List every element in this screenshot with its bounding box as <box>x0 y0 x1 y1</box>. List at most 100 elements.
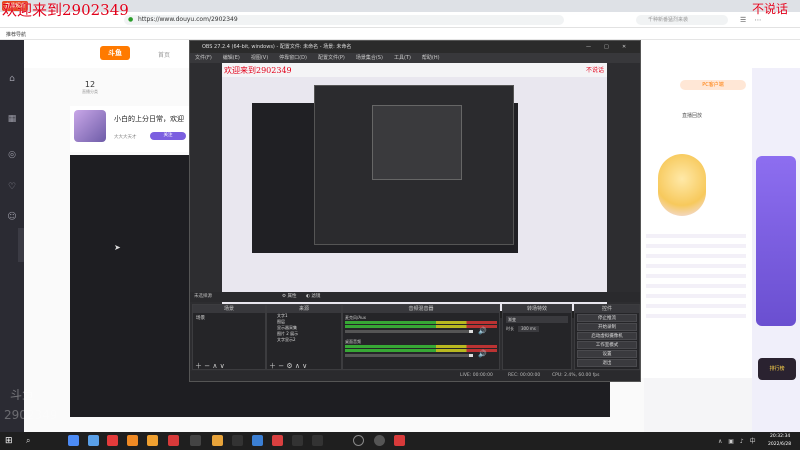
rank-badge[interactable]: 排行榜 <box>758 358 796 380</box>
controls-dock: 控件 停止推流 开始录制 启动虚拟摄像机 工作室模式 设置 退出 <box>574 304 640 370</box>
douyu-logo[interactable]: 斗鱼 <box>100 46 130 60</box>
nav-home-link[interactable]: 首页 <box>158 50 170 59</box>
preview-inner-window <box>372 105 462 180</box>
watermark-id: 2902349 <box>4 408 58 422</box>
browser-search-input[interactable]: 千种新番猛烈来袭 <box>636 15 728 25</box>
scene-item[interactable]: 场景 <box>193 313 265 323</box>
filters-button[interactable]: ◐ 滤镜 <box>306 292 320 302</box>
start-recording-button[interactable]: 开始录制 <box>577 323 637 331</box>
taskbar-app-icon[interactable] <box>312 435 323 446</box>
controls-header: 控件 <box>575 305 639 313</box>
stat-label: 直播分类 <box>82 89 98 94</box>
chrome-taskbar-icon[interactable] <box>68 435 79 446</box>
room-title: 小白的上分日常，欢迎 <box>114 115 184 123</box>
bookmarks-bar: 推荐导航 <box>0 28 800 40</box>
obs-menu-item[interactable]: 配置文件(P) <box>318 55 345 61</box>
obs-menu-item[interactable]: 编辑(E) <box>223 55 240 61</box>
transitions-header: 转场特效 <box>503 305 571 313</box>
replay-link[interactable]: 直播回放 <box>682 112 702 119</box>
scenes-header: 场景 <box>193 305 265 313</box>
close-icon[interactable]: ✕ <box>622 41 626 53</box>
streamer-avatar[interactable] <box>74 110 106 142</box>
virtual-camera-button[interactable]: 启动虚拟摄像机 <box>577 332 637 340</box>
mixer-dock: 音频混音器 麦克风/Aux 桌面音频 🔊 🔊 <box>342 304 500 370</box>
taskbar-app-icon[interactable] <box>147 435 158 446</box>
taskbar-app-icon[interactable] <box>252 435 263 446</box>
watermark-brand: 斗鱼 <box>10 388 35 402</box>
clock-time: 20:32:34 <box>770 434 791 439</box>
obs-taskbar-icon[interactable] <box>353 435 364 446</box>
maximize-icon[interactable]: □ <box>604 41 609 53</box>
volume-slider[interactable] <box>345 354 473 357</box>
taskbar-app-icon[interactable] <box>127 435 138 446</box>
audio-meter <box>345 349 497 352</box>
speaker-icon[interactable]: 🔊 <box>478 350 487 358</box>
start-icon[interactable]: ⊞ <box>5 436 15 446</box>
room-header: 小白的上分日常，欢迎 大大大天才 关注 <box>70 106 190 152</box>
obs-status-bar: LIVE: 00:00:00 REC: 00:00:00 CPU: 2.4%, … <box>190 371 640 381</box>
duration-label: 时长 <box>506 326 514 331</box>
sidebar-category-icon[interactable]: ▦ <box>3 114 21 132</box>
system-tray-icons[interactable]: ∧ ▣ ♪ 中 <box>718 436 758 445</box>
stop-streaming-button[interactable]: 停止推流 <box>577 314 637 322</box>
source-toolbar-buttons[interactable]: ＋ − ⚙ ∧ ∨ <box>269 361 307 371</box>
obs-menu-item[interactable]: 文件(F) <box>195 55 212 61</box>
obs-title-bar[interactable]: OBS 27.2.4 (64-bit, windows) - 配置文件: 未命名… <box>190 41 640 53</box>
room-owner[interactable]: 大大大天才 <box>114 134 137 140</box>
cpu-status: CPU: 2.4%, 60.00 fps <box>552 373 600 378</box>
obs-menu-item[interactable]: 视图(V) <box>251 55 268 61</box>
right-overlay-text: 不说话 <box>752 2 789 16</box>
taskbar-app-icon[interactable] <box>88 435 99 446</box>
taskbar-app-icon[interactable] <box>232 435 243 446</box>
welcome-overlay: 欢迎来到2902349 <box>2 1 129 19</box>
source-item[interactable]: 文字显示2 <box>277 337 341 343</box>
transition-select[interactable]: 渐变 <box>506 316 568 323</box>
obs-menu-bar: 文件(F) 编辑(E) 视图(V) 停靠窗口(D) 配置文件(P) 场景集合(S) 工具(T… <box>190 53 640 63</box>
taskbar-app-icon[interactable] <box>374 435 385 446</box>
exit-button[interactable]: 退出 <box>577 359 637 367</box>
obs-menu-item[interactable]: 帮助(H) <box>422 55 440 61</box>
sources-header: 来源 <box>267 305 341 313</box>
source-toolbar: 未选择源 ⚙ 属性 ◐ 滤镜 <box>190 292 640 302</box>
taskbar-app-icon[interactable] <box>168 435 179 446</box>
mascot-image <box>658 154 706 216</box>
settings-button[interactable]: 设置 <box>577 350 637 358</box>
rec-status: REC: 00:00:00 <box>508 373 541 378</box>
obs-preview[interactable]: 欢迎来到2902349 不说话 <box>222 63 607 318</box>
search-icon[interactable]: ⌕ <box>26 436 30 446</box>
obs-window: OBS 27.2.4 (64-bit, windows) - 配置文件: 未命名… <box>189 40 641 382</box>
taskbar-app-icon[interactable] <box>394 435 405 446</box>
sidebar-game-icon[interactable]: ◎ <box>3 150 21 168</box>
audio-meter <box>345 325 497 328</box>
obs-menu-item[interactable]: 工具(T) <box>394 55 411 61</box>
pc-client-button[interactable]: PC客户端 <box>680 80 746 90</box>
url-field[interactable]: https://www.douyu.com/2902349 <box>124 15 564 25</box>
obs-menu-item[interactable]: 停靠窗口(D) <box>279 55 307 61</box>
taskbar-app-icon[interactable] <box>107 435 118 446</box>
audio-meter <box>345 345 497 348</box>
sidebar-home-icon[interactable]: ⌂ <box>3 74 21 92</box>
taskbar-app-icon[interactable] <box>292 435 303 446</box>
scenes-dock: 场景 场景 ＋ − ∧ ∨ <box>192 304 266 370</box>
minimize-icon[interactable]: — <box>586 41 591 53</box>
live-status: LIVE: 00:00:00 <box>460 373 493 378</box>
scene-toolbar[interactable]: ＋ − ∧ ∨ <box>195 361 225 371</box>
obs-menu-item[interactable]: 场景集合(S) <box>356 55 383 61</box>
preview-welcome-text: 欢迎来到2902349 <box>224 66 292 75</box>
properties-button[interactable]: ⚙ 属性 <box>282 292 296 302</box>
follow-button[interactable]: 关注 <box>150 132 186 140</box>
right-info-panel: PC客户端 直播回放 <box>640 68 752 378</box>
taskbar-app-icon[interactable] <box>212 435 223 446</box>
sidebar-follow-icon[interactable]: ♡ <box>3 182 21 200</box>
duration-input[interactable]: 300 ms <box>518 326 539 332</box>
studio-mode-button[interactable]: 工作室模式 <box>577 341 637 349</box>
audio-meter <box>345 321 497 324</box>
speaker-icon[interactable]: 🔊 <box>478 327 487 335</box>
mouse-cursor-icon: ➤ <box>114 243 121 252</box>
sources-dock: 来源 文字1 图层 显示器采集 图片 2 展示 文字显示2 ＋ − ⚙ ∧ ∨ <box>266 304 342 370</box>
bookmark-item[interactable]: 推荐导航 <box>6 31 26 38</box>
taskbar-app-icon[interactable] <box>190 435 201 446</box>
preview-right-text: 不说话 <box>586 67 605 74</box>
taskbar-app-icon[interactable] <box>272 435 283 446</box>
promo-banner[interactable] <box>756 156 796 326</box>
